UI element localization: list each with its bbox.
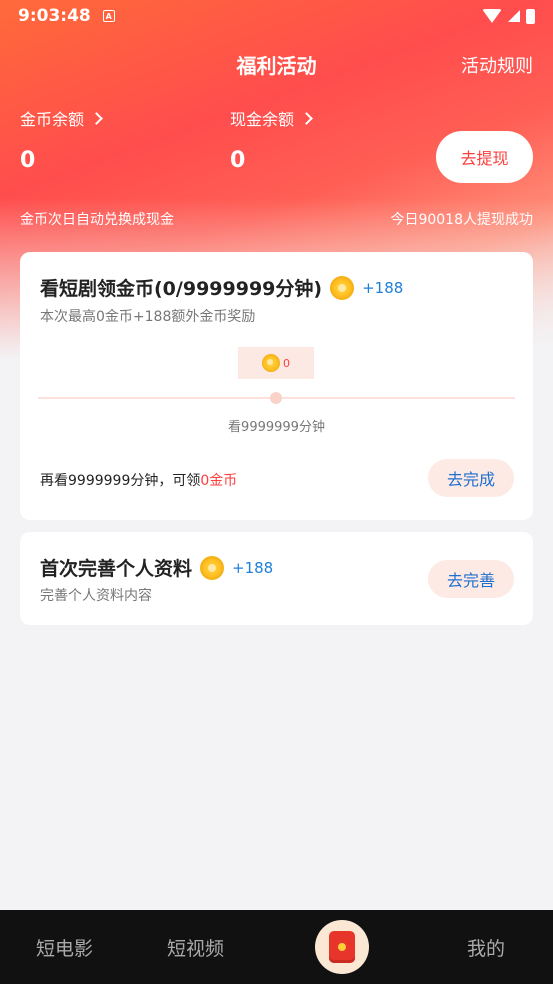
coin-balance-label: 金币余额 [20,110,85,129]
cash-balance-label-row: 现金余额 [230,106,313,130]
milestone-label: 看9999999分钟 [228,420,325,435]
chevron-right-icon [300,111,313,125]
coin-balance-label-row: 金币余额 [20,106,103,130]
remaining-prefix: 再看9999999分钟，可领 [40,473,201,489]
task-title-row: 首次完善个人资料 +188 [40,554,273,581]
task-title: 看短剧领金币(0/9999999分钟) [40,278,323,300]
task-title: 首次完善个人资料 [40,558,193,580]
bottom-tab-bar: 短电影 短视频 我的 [0,910,553,984]
reward-tip-value: 0 [283,356,290,370]
cash-balance[interactable]: 现金余额 0 [230,106,313,173]
status-icons [482,8,535,24]
coin-icon [262,354,280,372]
task-card-watch: 看短剧领金币(0/9999999分钟) +188 本次最高0金币+188额外金币… [20,252,533,520]
signal-icon [508,10,520,22]
status-time: 9:03:48 [18,6,91,26]
wifi-icon [482,9,502,23]
notification-icon: A [102,10,115,22]
exchange-note: 金币次日自动兑换成现金 [20,212,174,228]
battery-icon [526,8,535,24]
tab-short-videos[interactable]: 短视频 [167,934,224,961]
reward-tip: 0 [238,347,314,379]
withdraw-stats: 今日90018人提现成功 [390,212,533,228]
coin-icon [330,275,355,300]
cash-balance-value: 0 [230,148,246,173]
remaining-reward: 0金币 [200,473,238,489]
tab-short-movies[interactable]: 短电影 [36,934,93,961]
red-envelope-icon [329,931,355,963]
progress-milestone-dot [270,392,282,404]
complete-profile-button[interactable]: 去完善 [428,560,514,598]
complete-button[interactable]: 去完成 [428,459,514,497]
task-bonus: +188 [232,558,274,577]
chevron-right-icon [90,111,103,125]
task-card-profile: 首次完善个人资料 +188 完善个人资料内容 去完善 [20,532,533,625]
status-bar: 9:03:48 A [0,0,553,32]
task-bonus: +188 [362,278,404,297]
coin-icon [200,555,225,580]
tab-rewards[interactable] [315,920,369,974]
task-title-row: 看短剧领金币(0/9999999分钟) +188 [40,274,403,301]
task-subtitle: 本次最高0金币+188额外金币奖励 [40,309,256,325]
remaining-text: 再看9999999分钟，可领0金币 [40,470,237,490]
tab-me[interactable]: 我的 [467,934,505,961]
cash-balance-label: 现金余额 [230,110,295,129]
coin-balance-value: 0 [20,148,36,173]
title-bar: 福利活动 活动规则 [0,44,553,84]
coin-balance[interactable]: 金币余额 0 [20,106,103,173]
task-subtitle: 完善个人资料内容 [40,588,152,604]
withdraw-button[interactable]: 去提现 [436,131,533,183]
rules-link[interactable]: 活动规则 [461,52,533,78]
